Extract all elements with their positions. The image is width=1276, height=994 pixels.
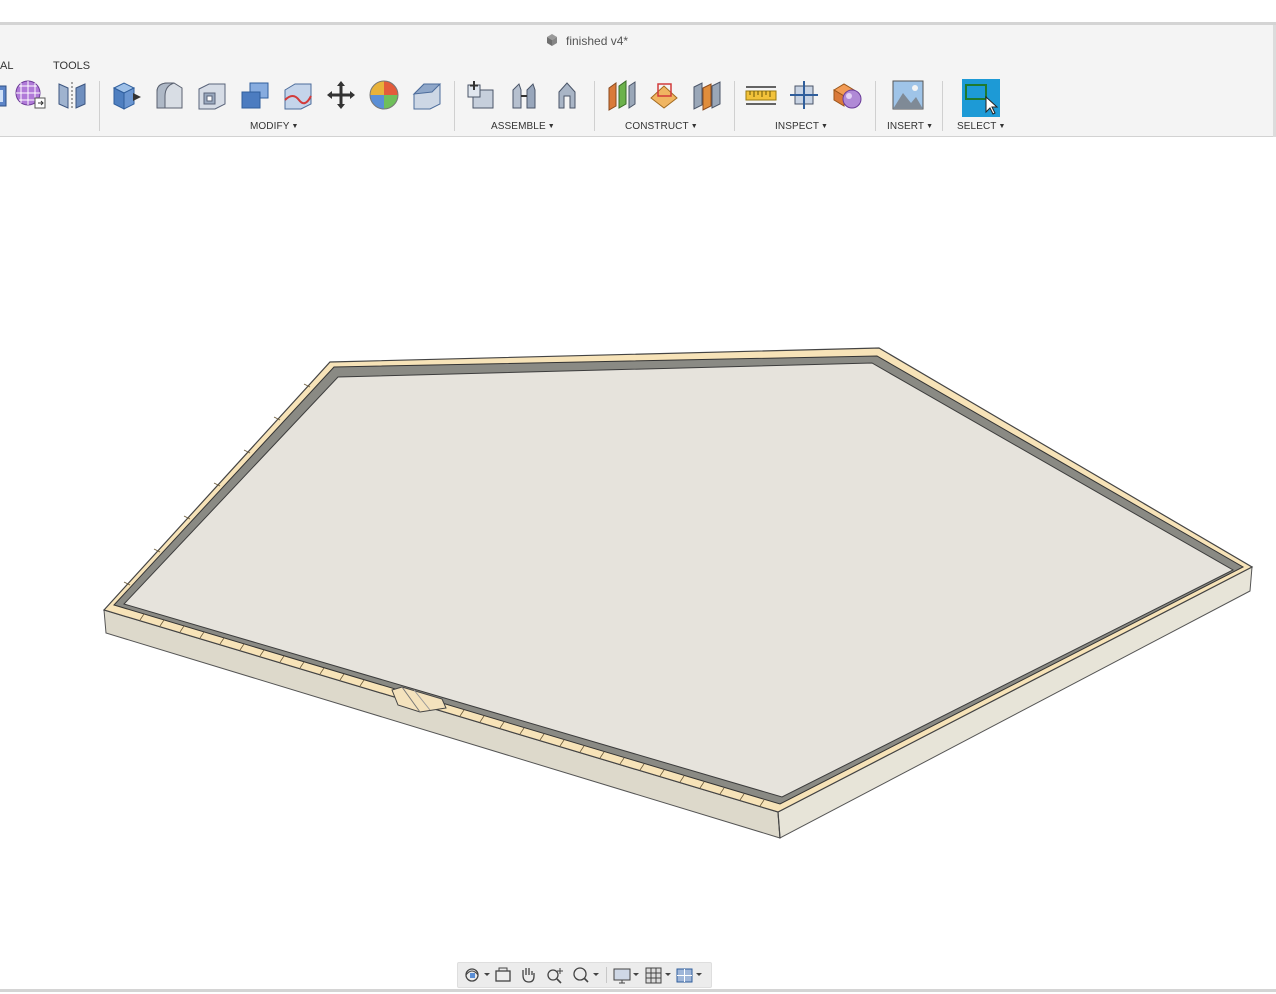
construct-menu[interactable]: CONSTRUCT ▼: [625, 121, 698, 132]
pan-icon[interactable]: [519, 965, 537, 985]
insert-menu[interactable]: INSERT ▼: [887, 121, 933, 132]
new-component-icon[interactable]: [464, 78, 498, 112]
as-built-joint-icon[interactable]: [550, 78, 584, 112]
separator: [734, 81, 735, 131]
inspect-menu[interactable]: INSPECT ▼: [775, 121, 828, 132]
window-top-strip: [0, 0, 1276, 23]
ribbon-toolbar: finished v4* AL TOOLS MODIFY ▼ ASSEMBLE …: [0, 25, 1276, 137]
fillet-icon[interactable]: [152, 78, 186, 112]
caret-down-icon: ▼: [926, 123, 934, 130]
separator: [99, 81, 100, 131]
assemble-menu[interactable]: ASSEMBLE ▼: [491, 121, 555, 132]
tab-tools[interactable]: TOOLS: [53, 60, 90, 72]
display-settings-icon[interactable]: [612, 965, 642, 985]
move-icon[interactable]: [324, 78, 358, 112]
separator: [454, 81, 455, 131]
caret-down-icon: ▼: [291, 123, 299, 130]
mirror-icon[interactable]: [55, 78, 89, 112]
zoom-icon[interactable]: [545, 965, 565, 985]
select-label: SELECT: [957, 121, 997, 132]
section-analysis-icon[interactable]: [787, 78, 821, 112]
chamfer-icon[interactable]: [410, 78, 444, 112]
select-window-icon[interactable]: [962, 79, 1000, 117]
midplane-icon[interactable]: [690, 78, 724, 112]
combine-icon[interactable]: [238, 78, 272, 112]
look-at-icon[interactable]: [494, 965, 512, 985]
inspect-label: INSPECT: [775, 121, 820, 132]
measure-icon[interactable]: [744, 78, 778, 112]
document-icon: [545, 33, 559, 47]
interference-icon[interactable]: [830, 78, 864, 112]
insert-label: INSERT: [887, 121, 925, 132]
joint-icon[interactable]: [507, 78, 541, 112]
nav-separator: [606, 967, 607, 983]
insert-image-icon[interactable]: [891, 78, 925, 112]
assemble-label: ASSEMBLE: [491, 121, 546, 132]
model-view: [102, 347, 1254, 839]
caret-down-icon: ▼: [547, 123, 555, 130]
select-menu[interactable]: SELECT ▼: [957, 121, 1006, 132]
press-pull-icon[interactable]: [109, 78, 143, 112]
caret-down-icon: ▼: [690, 123, 698, 130]
viewports-icon[interactable]: [675, 965, 705, 985]
document-title: finished v4*: [566, 34, 629, 48]
fit-icon[interactable]: [571, 965, 601, 985]
modify-menu[interactable]: MODIFY ▼: [250, 121, 299, 132]
caret-down-icon: ▼: [821, 123, 829, 130]
appearance-icon[interactable]: [367, 78, 401, 112]
tab-partial[interactable]: AL: [0, 60, 13, 72]
separator: [594, 81, 595, 131]
navigation-bar: [457, 962, 712, 988]
offset-plane-icon[interactable]: [604, 78, 638, 112]
caret-down-icon: ▼: [998, 123, 1006, 130]
model-inner-face: [123, 362, 1235, 798]
separator: [942, 81, 943, 131]
construct-label: CONSTRUCT: [625, 121, 689, 132]
grid-icon[interactable]: [644, 965, 674, 985]
modify-label: MODIFY: [250, 121, 290, 132]
orbit-icon[interactable]: [462, 965, 492, 985]
mesh-grid-icon[interactable]: [13, 78, 47, 112]
shell-icon[interactable]: [195, 78, 229, 112]
replace-face-icon[interactable]: [281, 78, 315, 112]
plane-at-angle-icon[interactable]: [647, 78, 681, 112]
separator: [875, 81, 876, 131]
3d-viewport[interactable]: [0, 137, 1276, 989]
